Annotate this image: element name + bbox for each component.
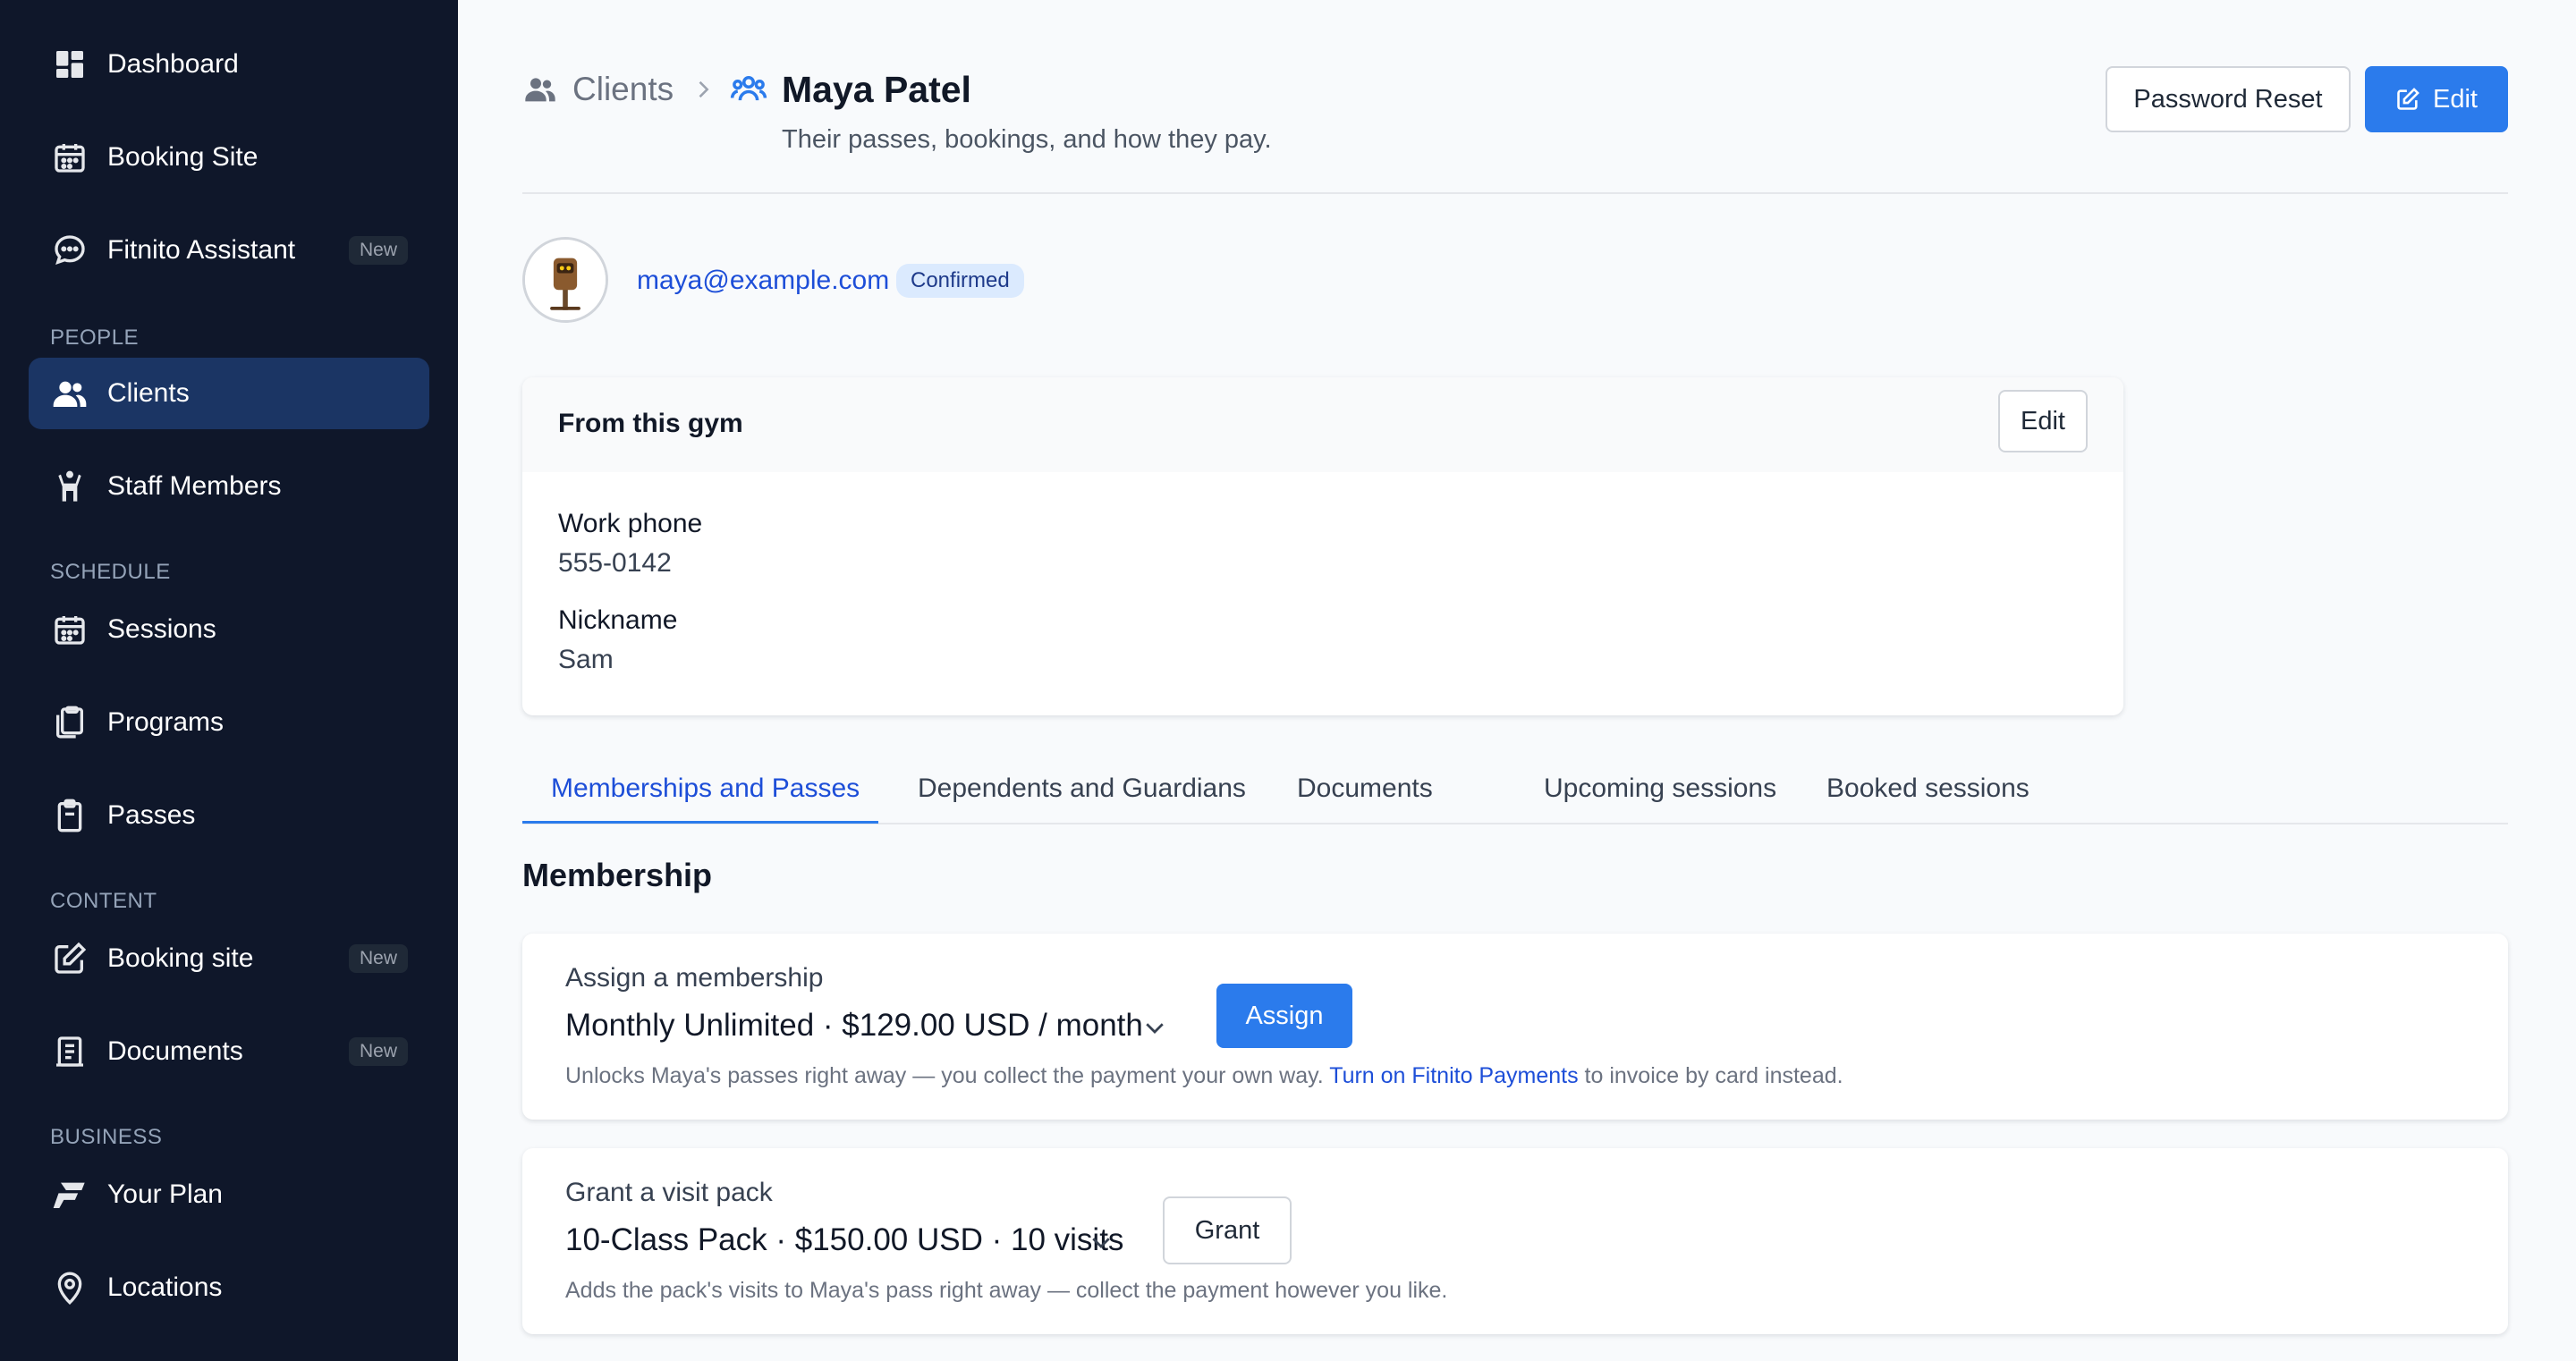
user-group-icon (730, 70, 767, 107)
tab-dependents-and-guardians[interactable]: Dependents and Guardians (918, 771, 1246, 807)
assign-membership-card: Assign a membership Monthly Unlimited · … (522, 934, 2508, 1120)
page-title: Maya Patel (782, 69, 971, 110)
edit-client-button[interactable]: Edit (2365, 66, 2508, 132)
document-icon (52, 1034, 88, 1069)
gym-info-card: From this gym Edit Work phone 555-0142 N… (522, 377, 2123, 715)
field-label: Nickname (558, 605, 678, 635)
gym-card-edit-button[interactable]: Edit (1998, 390, 2088, 452)
sidebar-item-booking-site-editor[interactable]: Booking site New (29, 923, 429, 994)
section-label-people: PEOPLE (50, 325, 140, 350)
users-icon (52, 376, 88, 411)
sidebar-item-label: Sessions (107, 614, 216, 644)
grant-visit-pack-label: Grant a visit pack (565, 1178, 773, 1207)
grant-help-text: Adds the pack's visits to Maya's pass ri… (565, 1278, 1448, 1303)
sidebar-item-passes[interactable]: Passes (29, 780, 429, 851)
work-phone-value: 555-0142 (558, 548, 672, 578)
gym-card-header: From this gym Edit (522, 377, 2123, 472)
sidebar-item-label: Passes (107, 800, 196, 830)
status-badge: Confirmed (896, 264, 1024, 298)
tab-documents[interactable]: Documents (1297, 771, 1433, 807)
sidebar-item-staff-members[interactable]: Staff Members (29, 451, 429, 522)
new-badge: New (348, 944, 408, 973)
avatar (522, 237, 608, 323)
sidebar-item-documents[interactable]: Documents New (29, 1016, 429, 1087)
chat-icon (52, 232, 88, 268)
sidebar-item-label: Booking site (107, 943, 254, 973)
membership-heading: Membership (522, 857, 713, 893)
sidebar-item-label: Documents (107, 1036, 243, 1066)
header-divider (522, 192, 2508, 194)
clipboard-icon (52, 705, 88, 740)
sidebar-item-sessions[interactable]: Sessions (29, 594, 429, 665)
section-label-schedule: SCHEDULE (50, 560, 171, 584)
sidebar-item-clients[interactable]: Clients (29, 358, 429, 429)
client-email-link[interactable]: maya@example.com (637, 263, 889, 299)
tab-memberships-and-passes[interactable]: Memberships and Passes (551, 771, 860, 807)
calendar-icon (52, 139, 88, 175)
assign-help-text: Unlocks Maya's passes right away — you c… (565, 1061, 1843, 1091)
sidebar-item-label: Fitnito Assistant (107, 235, 296, 265)
assign-help-text-end: to invoice by card instead. (1578, 1063, 1843, 1088)
clipboard-list-icon (52, 798, 88, 833)
sidebar: Dashboard Booking Site Fitnito Assistant… (0, 0, 458, 1361)
visit-pack-select[interactable]: 10-Class Pack · $150.00 USD · 10 visits (565, 1220, 1123, 1261)
section-label-content: CONTENT (50, 889, 157, 913)
calendar-icon (52, 612, 88, 647)
main-content: Clients Maya Patel Their passes, booking… (458, 0, 2576, 1361)
edit-icon (52, 941, 88, 976)
sidebar-item-label: Clients (107, 378, 190, 408)
gym-card-title: From this gym (558, 409, 743, 438)
turn-on-payments-link[interactable]: Turn on Fitnito Payments (1329, 1063, 1578, 1088)
new-badge: New (348, 236, 408, 265)
sidebar-item-fitnito-assistant[interactable]: Fitnito Assistant New (29, 215, 429, 286)
map-pin-icon (52, 1270, 88, 1306)
dashboard-icon (52, 46, 88, 82)
page-subtitle: Their passes, bookings, and how they pay… (782, 125, 1272, 154)
chevron-down-icon[interactable] (1088, 1229, 1114, 1255)
assign-help-text-start: Unlocks Maya's passes right away — you c… (565, 1063, 1330, 1088)
chevron-right-icon (691, 75, 716, 104)
membership-select[interactable]: Monthly Unlimited · $129.00 USD / month (565, 1005, 1143, 1046)
sidebar-item-label: Booking Site (107, 142, 258, 172)
users-icon (522, 72, 558, 107)
field-label: Work phone (558, 509, 703, 538)
password-reset-button[interactable]: Password Reset (2106, 66, 2351, 132)
grant-visit-pack-card: Grant a visit pack 10-Class Pack · $150.… (522, 1148, 2508, 1334)
sidebar-item-programs[interactable]: Programs (29, 687, 429, 758)
tab-upcoming-sessions[interactable]: Upcoming sessions (1544, 771, 1776, 807)
sidebar-item-your-plan[interactable]: Your Plan (29, 1159, 429, 1230)
edit-icon (2395, 87, 2420, 112)
tab-booked-sessions[interactable]: Booked sessions (1826, 771, 2029, 807)
sidebar-item-dashboard[interactable]: Dashboard (29, 29, 429, 100)
sidebar-item-label: Your Plan (107, 1179, 223, 1209)
assign-membership-label: Assign a membership (565, 963, 824, 993)
sidebar-item-label: Locations (107, 1272, 223, 1302)
sidebar-item-label: Dashboard (107, 49, 239, 79)
nickname-value: Sam (558, 645, 614, 674)
brand-logo-icon (52, 1177, 88, 1213)
chevron-down-icon[interactable] (1141, 1014, 1168, 1041)
client-tabs: Memberships and Passes Dependents and Gu… (522, 751, 2508, 824)
active-tab-indicator (522, 821, 878, 824)
breadcrumb-clients-link[interactable]: Clients (572, 68, 674, 111)
sidebar-item-label: Programs (107, 707, 225, 737)
sidebar-item-locations[interactable]: Locations (29, 1252, 429, 1323)
assign-button[interactable]: Assign (1216, 984, 1352, 1048)
person-icon (52, 469, 88, 504)
section-label-business: BUSINESS (50, 1125, 163, 1149)
edit-button-label: Edit (2433, 84, 2478, 114)
sidebar-item-booking-site[interactable]: Booking Site (29, 122, 429, 193)
new-badge: New (348, 1037, 408, 1066)
grant-button[interactable]: Grant (1163, 1196, 1292, 1264)
sidebar-item-label: Staff Members (107, 471, 282, 501)
